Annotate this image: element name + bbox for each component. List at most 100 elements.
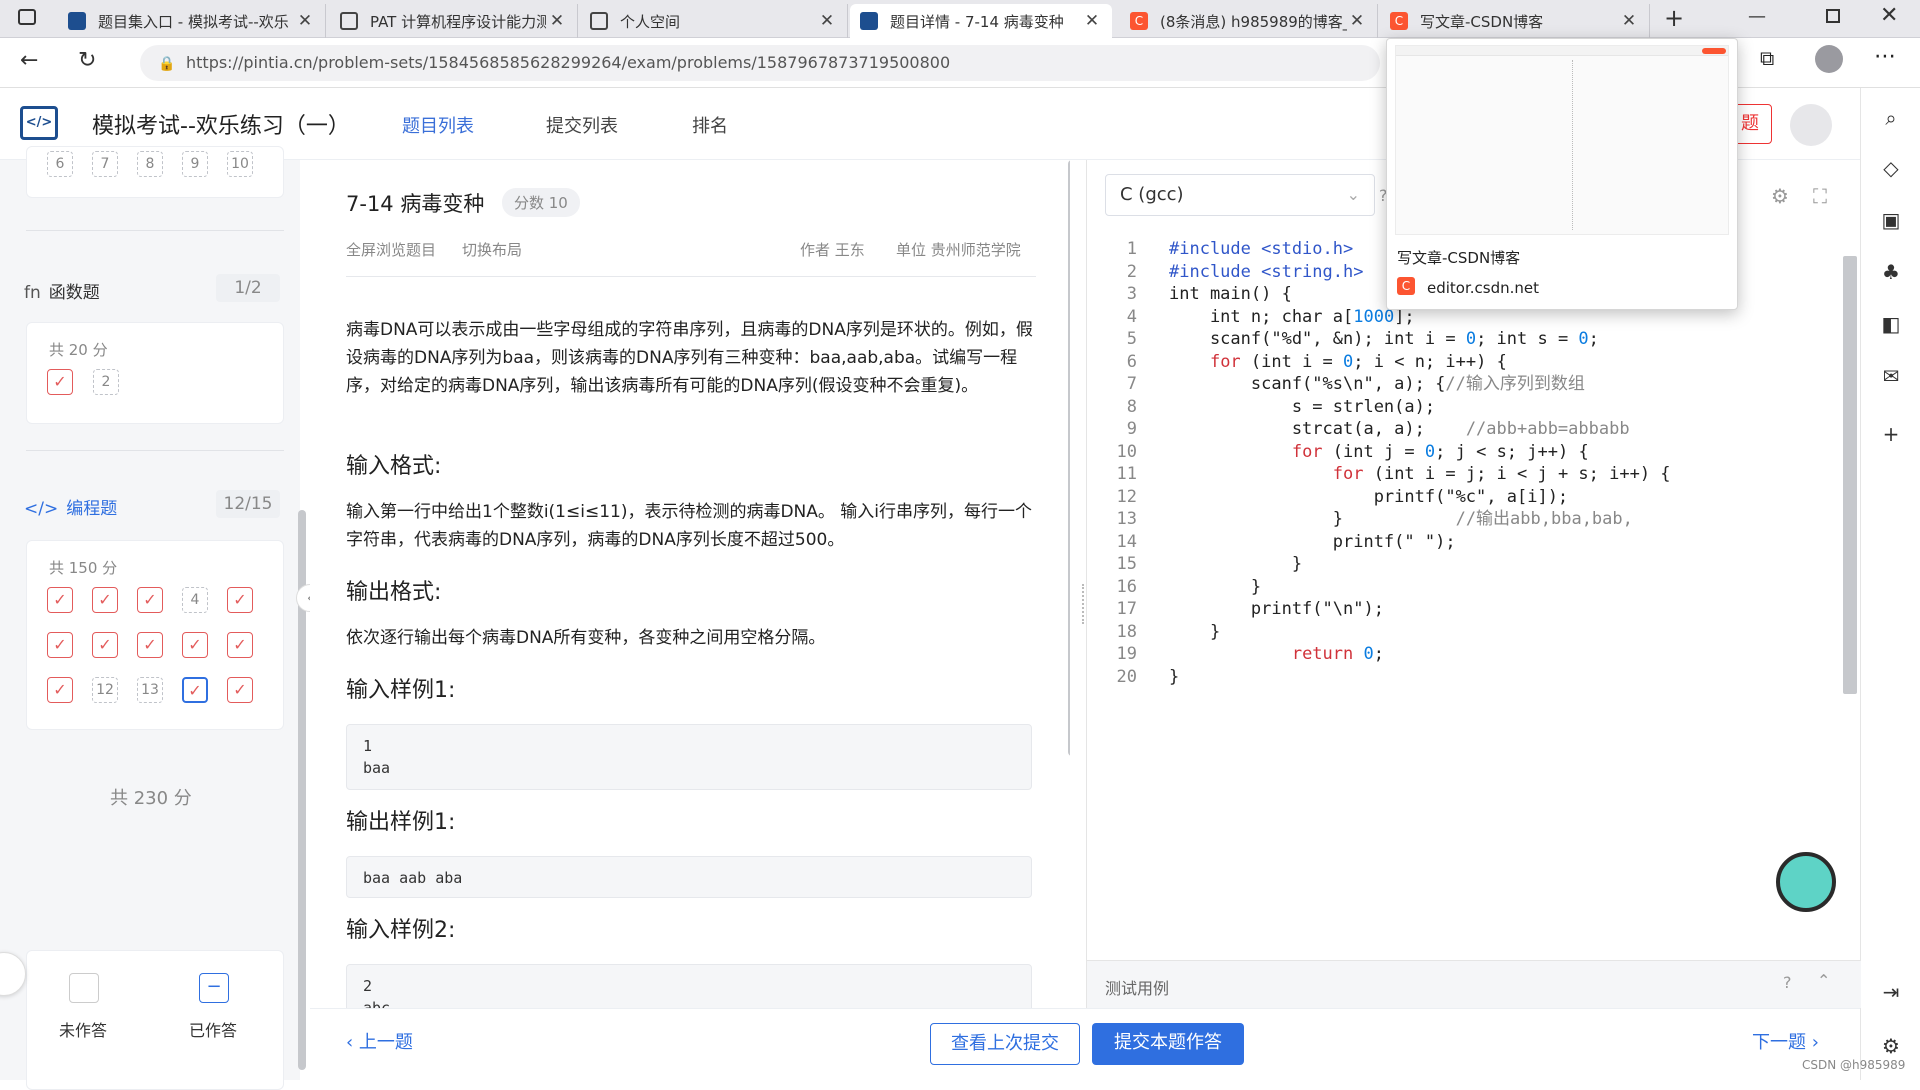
browser-tab[interactable]: 个人空间 ✕	[580, 4, 848, 38]
question-number[interactable]: ✓	[227, 587, 253, 613]
question-number[interactable]: ✓	[92, 587, 118, 613]
sidebar-hide-icon[interactable]: ⇥	[1879, 980, 1903, 1004]
nav-submission-list[interactable]: 提交列表	[546, 112, 618, 138]
tag-icon[interactable]: ◇	[1879, 156, 1903, 180]
output-format-heading: 输出格式:	[346, 580, 442, 605]
search-icon[interactable]: ⌕	[1879, 106, 1903, 130]
close-tab-icon[interactable]: ✕	[1619, 11, 1639, 31]
add-icon[interactable]: +	[1879, 422, 1903, 446]
csdn-mascot-icon[interactable]	[1776, 852, 1836, 912]
sample-input-2: 2 abc	[346, 964, 1032, 1008]
debug-icon[interactable]: ⚙	[1771, 184, 1789, 208]
chevron-right-icon: ›	[1806, 1032, 1819, 1053]
problem-panel: 7-14 病毒变种 分数 10 全屏浏览题目 切换布局 作者 王东 单位 贵州师…	[310, 160, 1070, 1008]
url-field[interactable]: 🔒 https://pintia.cn/problem-sets/1584568…	[140, 45, 1380, 81]
close-tab-icon[interactable]: ✕	[1082, 11, 1102, 31]
question-number[interactable]: ✓	[47, 369, 73, 395]
question-number[interactable]: ✓	[227, 677, 253, 703]
question-number[interactable]: ✓	[47, 587, 73, 613]
question-number[interactable]: 2	[93, 369, 119, 395]
new-tab-icon[interactable]: +	[1664, 4, 1684, 32]
view-last-submission-button[interactable]: 查看上次提交	[930, 1023, 1080, 1065]
minimize-icon[interactable]: —	[1748, 6, 1766, 27]
question-number[interactable]: 7	[92, 151, 118, 177]
pintia-icon	[860, 12, 878, 30]
nav-ranking[interactable]: 排名	[692, 112, 728, 138]
office-icon[interactable]: ◧	[1879, 312, 1903, 336]
question-number[interactable]: ✓	[92, 632, 118, 658]
tab-actions-icon[interactable]	[18, 9, 36, 25]
csdn-icon: C	[1130, 12, 1148, 30]
fullscreen-icon[interactable]: ⛶	[1813, 184, 1827, 208]
question-number[interactable]: ✓	[47, 632, 73, 658]
settings-icon[interactable]: ⚙	[1879, 1034, 1903, 1058]
question-number[interactable]: 6	[47, 151, 73, 177]
language-select[interactable]: C (gcc) ⌄	[1105, 174, 1375, 216]
chevron-up-icon[interactable]: ⌃	[1817, 971, 1830, 990]
more-icon[interactable]: ⋯	[1874, 44, 1896, 69]
question-number[interactable]: 12	[92, 677, 118, 703]
fullscreen-link[interactable]: 全屏浏览题目	[346, 239, 436, 260]
question-navigator: 6 7 8 9 10 fn 函数题 1/2 共 20 分 ✓ 2 </> 编程题 12/15 …	[0, 146, 306, 1090]
problem-description: 病毒DNA可以表示成由一些字母组成的字符串序列，且病毒的DNA序列是环状的。例如…	[346, 320, 1033, 396]
sample-input-2-heading: 输入样例2:	[346, 918, 456, 943]
question-number[interactable]: 4	[182, 587, 208, 613]
func-section-count: 1/2	[216, 274, 280, 302]
switch-layout-link[interactable]: 切换布局	[462, 239, 522, 260]
func-total: 共 20 分	[49, 341, 108, 359]
browser-tab[interactable]: C 写文章-CSDN博客 ✕	[1380, 4, 1650, 38]
question-number[interactable]: ✓	[137, 632, 163, 658]
function-icon: fn	[24, 283, 41, 303]
close-window-icon[interactable]: ✕	[1880, 3, 1898, 28]
close-tab-icon[interactable]: ✕	[295, 11, 315, 31]
code-area[interactable]: 1 #include <stdio.h> 2 #include <string.h> 3…	[1087, 236, 1827, 796]
back-icon[interactable]: ←	[20, 48, 38, 73]
close-tab-icon[interactable]: ✕	[547, 11, 567, 31]
close-tab-icon[interactable]: ✕	[817, 11, 837, 31]
func-section-title: fn 函数题	[24, 283, 100, 303]
reload-icon[interactable]: ↻	[78, 48, 96, 73]
question-number[interactable]: ✓	[227, 632, 253, 658]
prog-section-count: 12/15	[216, 490, 280, 518]
maximize-icon[interactable]	[1826, 9, 1840, 23]
question-number[interactable]: 8	[137, 151, 163, 177]
test-cases-bar[interactable]: 测试用例 ? ⌃	[1087, 960, 1861, 1008]
browser-tab-bar: 题目集入口 - 模拟考试--欢乐 ✕ PAT 计算机程序设计能力测 ✕ 个人空间 ✕ 题目详…	[0, 0, 1920, 38]
floating-toggle-button[interactable]	[0, 952, 26, 996]
problem-scrollbar[interactable]	[1068, 160, 1070, 756]
games-icon[interactable]: ♣	[1879, 260, 1903, 284]
question-number[interactable]: ✓	[137, 587, 163, 613]
prog-section-title[interactable]: </> 编程题	[24, 494, 117, 519]
question-number[interactable]: 13	[137, 677, 163, 703]
question-number[interactable]: 10	[227, 151, 253, 177]
profile-avatar[interactable]	[1815, 45, 1843, 73]
lock-icon: 🔒	[158, 56, 176, 72]
document-icon	[590, 12, 608, 30]
question-number[interactable]: ✓	[182, 677, 208, 703]
nav-problem-list[interactable]: 题目列表	[402, 112, 474, 138]
csdn-icon: C	[1397, 277, 1415, 295]
browser-tab[interactable]: 题目详情 - 7-14 病毒变种 ✕	[850, 4, 1112, 38]
browser-tab[interactable]: 题目集入口 - 模拟考试--欢乐 ✕	[58, 4, 326, 38]
submit-button[interactable]: 提交本题作答	[1092, 1023, 1244, 1065]
output-format-text: 依次逐行输出每个病毒DNA所有变种，各变种之间用空格分隔。	[346, 628, 826, 648]
document-icon	[340, 12, 358, 30]
sample-output-1-heading: 输出样例1:	[346, 810, 456, 835]
close-tab-icon[interactable]: ✕	[1347, 11, 1367, 31]
question-number[interactable]: 9	[182, 151, 208, 177]
pintia-icon	[68, 12, 86, 30]
collections-icon[interactable]: ⧉	[1760, 46, 1774, 70]
legend-unanswered: 未作答	[59, 1021, 108, 1040]
browser-tab[interactable]: C (8条消息) h985989的博客_C ✕	[1120, 4, 1378, 38]
prev-problem-button[interactable]: ‹ 上一题	[346, 1023, 413, 1065]
toolbox-icon[interactable]: ▣	[1879, 208, 1903, 232]
browser-tab[interactable]: PAT 计算机程序设计能力测 ✕	[330, 4, 578, 38]
editor-scrollbar[interactable]	[1843, 256, 1857, 694]
question-number[interactable]: ✓	[47, 677, 73, 703]
question-circle-icon[interactable]: ?	[1783, 973, 1792, 992]
pintia-logo-icon[interactable]: </>	[20, 106, 58, 140]
question-number[interactable]: ✓	[182, 632, 208, 658]
user-avatar[interactable]	[1790, 104, 1832, 146]
csdn-icon: C	[1390, 12, 1408, 30]
outlook-icon[interactable]: ✉	[1879, 364, 1903, 388]
